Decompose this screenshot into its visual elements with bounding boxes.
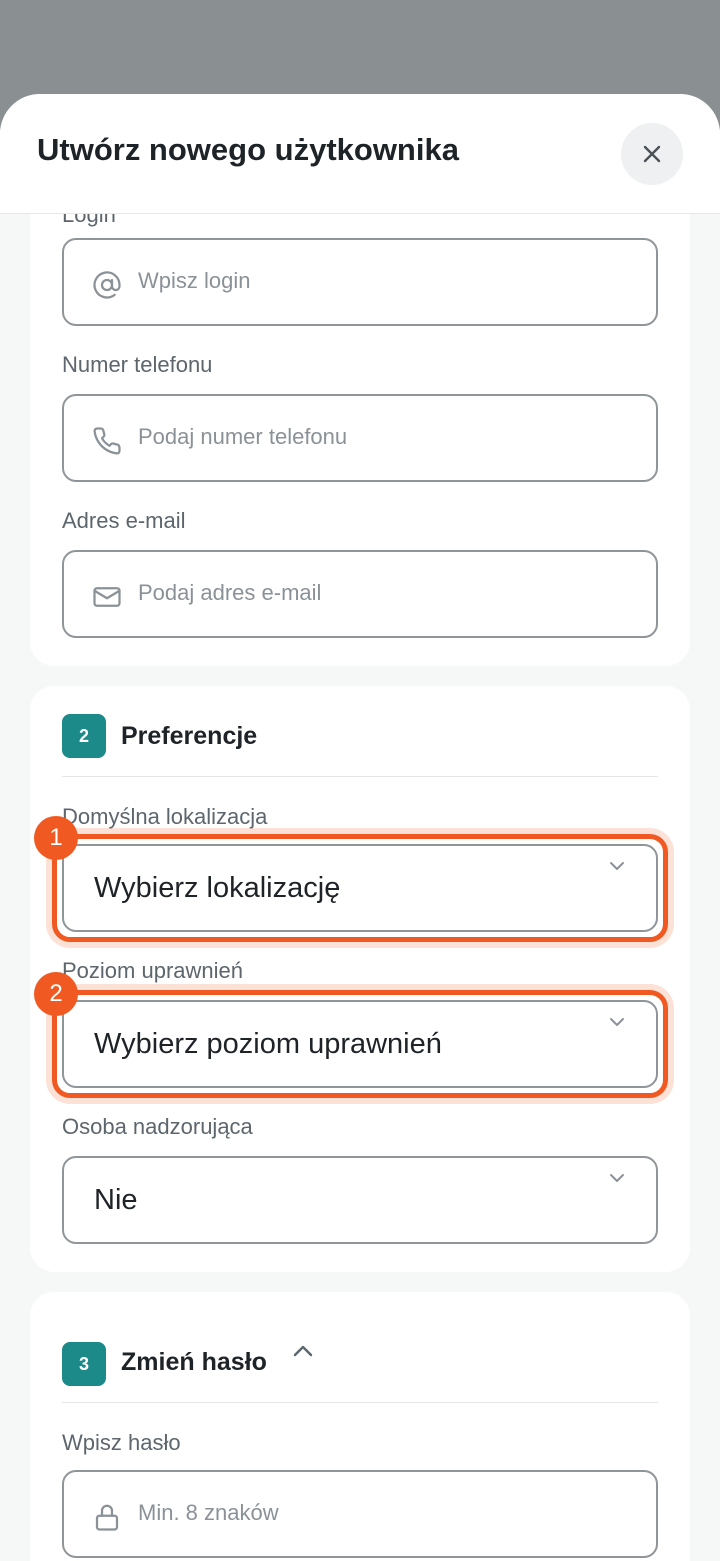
default-location-value: Wybierz lokalizację xyxy=(94,872,341,904)
mail-icon xyxy=(93,587,121,607)
supervisor-value: Nie xyxy=(94,1184,138,1216)
divider xyxy=(62,1402,658,1403)
permission-level-label: Poziom uprawnień xyxy=(62,958,243,983)
chevron-down-icon xyxy=(610,862,624,870)
login-input[interactable]: Wpisz login xyxy=(62,238,658,326)
contact-section: Login Wpisz login Numer telefonu Podaj n… xyxy=(30,184,690,666)
permission-level-select[interactable]: Wybierz poziom uprawnień xyxy=(62,1000,658,1088)
chevron-down-icon xyxy=(610,1018,624,1026)
section-title-preferences: Preferencje xyxy=(121,722,258,750)
chevron-up-icon[interactable] xyxy=(292,1344,314,1358)
password-placeholder: Min. 8 znaków xyxy=(138,1500,279,1525)
close-button[interactable] xyxy=(621,123,683,185)
marker-badge-2: 2 xyxy=(34,972,78,1016)
marker-badge-1: 1 xyxy=(34,816,78,860)
at-icon xyxy=(93,271,121,299)
default-location-label: Domyślna lokalizacja xyxy=(62,804,268,829)
supervisor-label: Osoba nadzorująca xyxy=(62,1114,253,1139)
password-input[interactable]: Min. 8 znaków xyxy=(62,1470,658,1558)
phone-icon xyxy=(93,427,121,455)
supervisor-select[interactable]: Nie xyxy=(62,1156,658,1244)
page-title: Utwórz nowego użytkownika xyxy=(37,132,459,167)
preferences-section: 2 Preferencje Domyślna lokalizacja 1 Wyb… xyxy=(30,686,690,1272)
email-label: Adres e-mail xyxy=(62,508,186,533)
lock-icon xyxy=(95,1504,119,1531)
permission-level-value: Wybierz poziom uprawnień xyxy=(94,1028,442,1060)
phone-input[interactable]: Podaj numer telefonu xyxy=(62,394,658,482)
section-title-password: Zmień hasło xyxy=(121,1348,267,1376)
email-placeholder: Podaj adres e-mail xyxy=(138,580,322,605)
chevron-down-icon xyxy=(610,1174,624,1182)
create-user-sheet: Login Wpisz login Numer telefonu Podaj n… xyxy=(0,94,720,1561)
step-badge-3: 3 xyxy=(62,1342,106,1386)
phone-placeholder: Podaj numer telefonu xyxy=(138,424,348,449)
close-icon xyxy=(643,145,661,163)
sheet-header: Utwórz nowego użytkownika xyxy=(0,94,720,214)
login-placeholder: Wpisz login xyxy=(138,268,251,293)
email-input[interactable]: Podaj adres e-mail xyxy=(62,550,658,638)
default-location-select[interactable]: Wybierz lokalizację xyxy=(62,844,658,932)
password-section: 3 Zmień hasło Wpisz hasło Min. 8 znaków xyxy=(30,1292,690,1561)
step-badge-2: 2 xyxy=(62,714,106,758)
phone-label: Numer telefonu xyxy=(62,352,213,377)
divider xyxy=(62,776,658,777)
password-label: Wpisz hasło xyxy=(62,1430,181,1455)
